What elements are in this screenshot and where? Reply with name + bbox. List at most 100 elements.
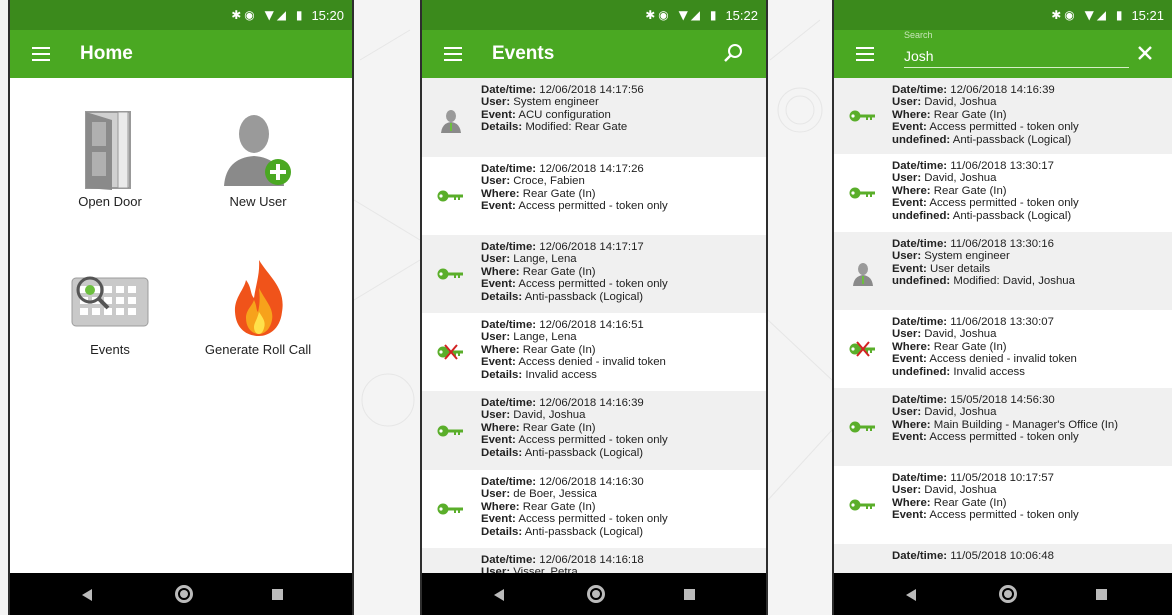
field-label: User: (892, 250, 922, 263)
field-value: Rear Gate (In) (519, 187, 596, 200)
home-icon[interactable] (175, 585, 193, 603)
recent-apps-icon[interactable] (1096, 589, 1107, 600)
field-value: 12/06/2018 14:16:39 (947, 84, 1055, 96)
field-value: Rear Gate (In) (930, 496, 1007, 509)
event-field: User: System engineer (892, 250, 1168, 262)
event-field: Event: Access permitted - token only (892, 509, 1168, 521)
event-field: Event: Access permitted - token only (481, 513, 762, 525)
close-icon[interactable] (1136, 44, 1154, 62)
recent-apps-icon[interactable] (272, 589, 283, 600)
event-row[interactable]: Date/time: 12/06/2018 14:16:39 User: Davi… (422, 391, 766, 470)
field-value: Rear Gate (In) (930, 184, 1007, 197)
field-value: 12/06/2018 14:17:56 (536, 84, 644, 96)
field-value: Access permitted - token only (515, 200, 668, 213)
field-value: David, Joshua (921, 96, 997, 109)
generate-roll-call-tile[interactable]: Generate Roll Call (188, 258, 328, 362)
event-field: User: David, Joshua (481, 409, 762, 421)
field-label: undefined: (892, 209, 951, 222)
events-label: Events (90, 342, 130, 357)
events-list[interactable]: Date/time: 12/06/2018 14:17:56 User: Syst… (422, 78, 766, 573)
event-field: Where: Main Building - Manager's Office … (892, 419, 1168, 431)
event-details: Date/time: 15/05/2018 14:56:30 User: Davi… (892, 394, 1168, 444)
field-value: David, Joshua (510, 409, 586, 422)
key-icon (848, 418, 878, 436)
field-label: Date/time: (892, 550, 948, 562)
event-row[interactable]: Date/time: 15/05/2018 14:56:30 User: Davi… (834, 388, 1172, 466)
event-field: Where: Rear Gate (In) (481, 188, 762, 200)
status-icons: ✱◉ ▼◢ ▮ (231, 8, 306, 22)
event-details: Date/time: 12/06/2018 14:17:26 User: Croc… (481, 163, 762, 213)
app-bar: Search (834, 30, 1172, 78)
hamburger-menu-icon[interactable] (856, 47, 874, 61)
field-label: User: (892, 96, 922, 109)
add-user-icon (224, 115, 291, 186)
field-label: Date/time: (481, 241, 537, 253)
status-icons: ✱◉ ▼◢ ▮ (645, 8, 720, 22)
status-time: 15:22 (725, 7, 758, 23)
event-row[interactable]: Date/time: 11/05/2018 10:17:57 User: Davi… (834, 466, 1172, 544)
field-value: Access permitted - token only (515, 278, 668, 291)
field-value: Modified: David, Joshua (950, 275, 1075, 288)
field-label: Date/time: (481, 84, 537, 96)
event-row[interactable]: Date/time: 12/06/2018 14:16:18 User: Viss… (422, 548, 766, 573)
search-results-list[interactable]: Date/time: 12/06/2018 14:16:39 User: Davi… (834, 78, 1172, 573)
field-label: Event: (481, 434, 516, 447)
phone-search-screen: ✱◉ ▼◢ ▮ 15:21 Search Date/time: 12/06/20… (832, 0, 1172, 615)
event-row[interactable]: Date/time: 11/05/2018 10:06:48 (834, 544, 1172, 573)
key-icon (848, 184, 878, 202)
back-icon[interactable] (494, 589, 504, 601)
status-bar: ✱◉ ▼◢ ▮ 15:22 (422, 0, 766, 30)
event-row[interactable]: Date/time: 12/06/2018 14:16:30 User: de B… (422, 470, 766, 548)
event-field: Event: Access permitted - token only (892, 431, 1168, 443)
event-row[interactable]: Date/time: 12/06/2018 14:16:51 User: Lang… (422, 313, 766, 391)
event-field: Date/time: 12/06/2018 14:16:18 (481, 554, 762, 566)
event-field: Where: Rear Gate (In) (892, 109, 1168, 121)
field-value: Modified: Rear Gate (522, 121, 628, 134)
field-value: Rear Gate (In) (519, 421, 596, 434)
event-details: Date/time: 12/06/2018 14:16:39 User: Davi… (892, 84, 1168, 146)
event-field: Where: Rear Gate (In) (892, 185, 1168, 197)
field-label: Date/time: (892, 472, 948, 484)
event-field: Where: Rear Gate (In) (481, 266, 762, 278)
home-icon[interactable] (587, 585, 605, 603)
search-icon[interactable] (722, 42, 744, 64)
home-icon[interactable] (999, 585, 1017, 603)
field-label: Date/time: (892, 84, 948, 96)
new-user-tile[interactable]: New User (188, 108, 328, 213)
field-value: Invalid access (522, 368, 597, 381)
event-field: Event: Access permitted - token only (892, 121, 1168, 133)
field-value: Access denied - invalid token (515, 356, 666, 369)
event-row[interactable]: Date/time: 11/06/2018 13:30:07 User: Davi… (834, 310, 1172, 388)
phone-events-screen: ✱◉ ▼◢ ▮ 15:22 Events Date/time: 12/06/20… (420, 0, 768, 615)
field-label: Date/time: (481, 554, 537, 566)
status-time: 15:20 (311, 7, 344, 23)
hamburger-menu-icon[interactable] (32, 47, 50, 61)
event-row[interactable]: Date/time: 12/06/2018 14:17:56 User: Syst… (422, 78, 766, 157)
events-tile[interactable]: Events (40, 272, 180, 362)
event-field: User: Lange, Lena (481, 331, 762, 343)
page-title: Events (492, 43, 555, 64)
open-door-tile[interactable]: Open Door (40, 108, 180, 213)
event-details: Date/time: 11/06/2018 13:30:17 User: Davi… (892, 160, 1168, 222)
event-row[interactable]: Date/time: 12/06/2018 14:17:17 User: Lang… (422, 235, 766, 313)
event-row[interactable]: Date/time: 11/06/2018 13:30:17 User: Davi… (834, 154, 1172, 232)
event-field: Date/time: 11/05/2018 10:17:57 (892, 472, 1168, 484)
search-input[interactable] (904, 44, 1129, 68)
event-row[interactable]: Date/time: 11/06/2018 13:30:16 User: Syst… (834, 232, 1172, 310)
hamburger-menu-icon[interactable] (444, 47, 462, 61)
field-value: 15/05/2018 14:56:30 (947, 394, 1055, 406)
field-label: Date/time: (481, 476, 537, 488)
back-icon[interactable] (82, 589, 92, 601)
back-icon[interactable] (906, 589, 916, 601)
field-value: 12/06/2018 14:17:26 (536, 163, 644, 175)
recent-apps-icon[interactable] (684, 589, 695, 600)
event-field: Date/time: 11/05/2018 10:06:48 (892, 550, 1168, 562)
event-details: Date/time: 11/05/2018 10:06:48 (892, 550, 1168, 562)
app-bar: Events (422, 30, 766, 78)
status-icons: ✱◉ ▼◢ ▮ (1051, 8, 1126, 22)
event-field: Details: Anti-passback (Logical) (481, 291, 762, 303)
key-icon (848, 107, 878, 125)
field-label: Event: (892, 197, 927, 210)
event-row[interactable]: Date/time: 12/06/2018 14:17:26 User: Croc… (422, 157, 766, 235)
event-row[interactable]: Date/time: 12/06/2018 14:16:39 User: Davi… (834, 78, 1172, 154)
